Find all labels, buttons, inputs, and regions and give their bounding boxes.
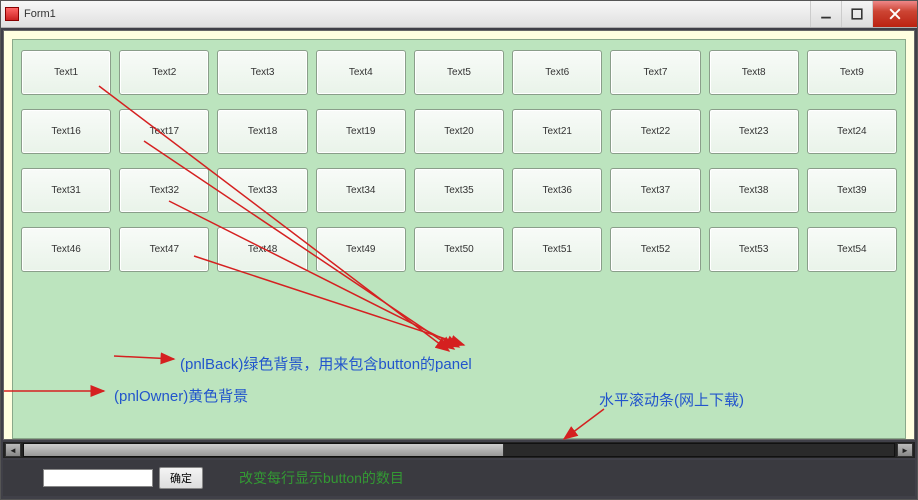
grid-button[interactable]: Text3 xyxy=(217,50,307,95)
pnl-owner: Text1Text2Text3Text4Text5Text6Text7Text8… xyxy=(3,30,915,440)
grid-button[interactable]: Text39 xyxy=(807,168,897,213)
grid-button[interactable]: Text6 xyxy=(512,50,602,95)
grid-button[interactable]: Text17 xyxy=(119,109,209,154)
grid-button[interactable]: Text51 xyxy=(512,227,602,272)
grid-button[interactable]: Text48 xyxy=(217,227,307,272)
grid-button[interactable]: Text22 xyxy=(610,109,700,154)
grid-button[interactable]: Text1 xyxy=(21,50,111,95)
grid-button[interactable]: Text24 xyxy=(807,109,897,154)
pnl-back: Text1Text2Text3Text4Text5Text6Text7Text8… xyxy=(12,39,906,439)
minimize-button[interactable] xyxy=(810,1,841,27)
grid-button[interactable]: Text23 xyxy=(709,109,799,154)
grid-button[interactable]: Text47 xyxy=(119,227,209,272)
scroll-track[interactable] xyxy=(23,443,895,457)
grid-button[interactable]: Text34 xyxy=(316,168,406,213)
scroll-right-button[interactable]: ► xyxy=(897,443,913,457)
titlebar: Form1 xyxy=(1,1,917,28)
grid-button[interactable]: Text31 xyxy=(21,168,111,213)
grid-button[interactable]: Text7 xyxy=(610,50,700,95)
horizontal-scrollbar[interactable]: ◄ ► xyxy=(3,442,915,458)
grid-button[interactable]: Text5 xyxy=(414,50,504,95)
grid-button[interactable]: Text36 xyxy=(512,168,602,213)
grid-button[interactable]: Text35 xyxy=(414,168,504,213)
annotation-bottom: 改变每行显示button的数目 xyxy=(239,468,404,488)
grid-button[interactable]: Text37 xyxy=(610,168,700,213)
grid-button[interactable]: Text4 xyxy=(316,50,406,95)
grid-button[interactable]: Text53 xyxy=(709,227,799,272)
grid-button[interactable]: Text50 xyxy=(414,227,504,272)
grid-button[interactable]: Text46 xyxy=(21,227,111,272)
bottom-bar: 确定 改变每行显示button的数目 xyxy=(3,460,915,496)
grid-button[interactable]: Text8 xyxy=(709,50,799,95)
grid-button[interactable]: Text21 xyxy=(512,109,602,154)
grid-button[interactable]: Text38 xyxy=(709,168,799,213)
client-area: Text1Text2Text3Text4Text5Text6Text7Text8… xyxy=(1,28,917,499)
grid-button[interactable]: Text54 xyxy=(807,227,897,272)
scroll-left-button[interactable]: ◄ xyxy=(5,443,21,457)
grid-button[interactable]: Text2 xyxy=(119,50,209,95)
close-button[interactable] xyxy=(872,1,917,27)
maximize-button[interactable] xyxy=(841,1,872,27)
app-icon xyxy=(5,7,19,21)
grid-button[interactable]: Text19 xyxy=(316,109,406,154)
grid-button[interactable]: Text18 xyxy=(217,109,307,154)
window-title: Form1 xyxy=(24,8,56,20)
grid-button[interactable]: Text33 xyxy=(217,168,307,213)
grid-button[interactable]: Text16 xyxy=(21,109,111,154)
submit-button[interactable]: 确定 xyxy=(159,467,203,489)
grid-button[interactable]: Text49 xyxy=(316,227,406,272)
window: Form1 Text1Text2Text3Text4Text5Text6Text… xyxy=(0,0,918,500)
grid-button[interactable]: Text52 xyxy=(610,227,700,272)
grid-button[interactable]: Text20 xyxy=(414,109,504,154)
row-count-input[interactable] xyxy=(43,469,153,487)
grid-button[interactable]: Text32 xyxy=(119,168,209,213)
grid-button[interactable]: Text9 xyxy=(807,50,897,95)
scroll-thumb[interactable] xyxy=(24,444,504,456)
window-controls xyxy=(810,1,917,27)
